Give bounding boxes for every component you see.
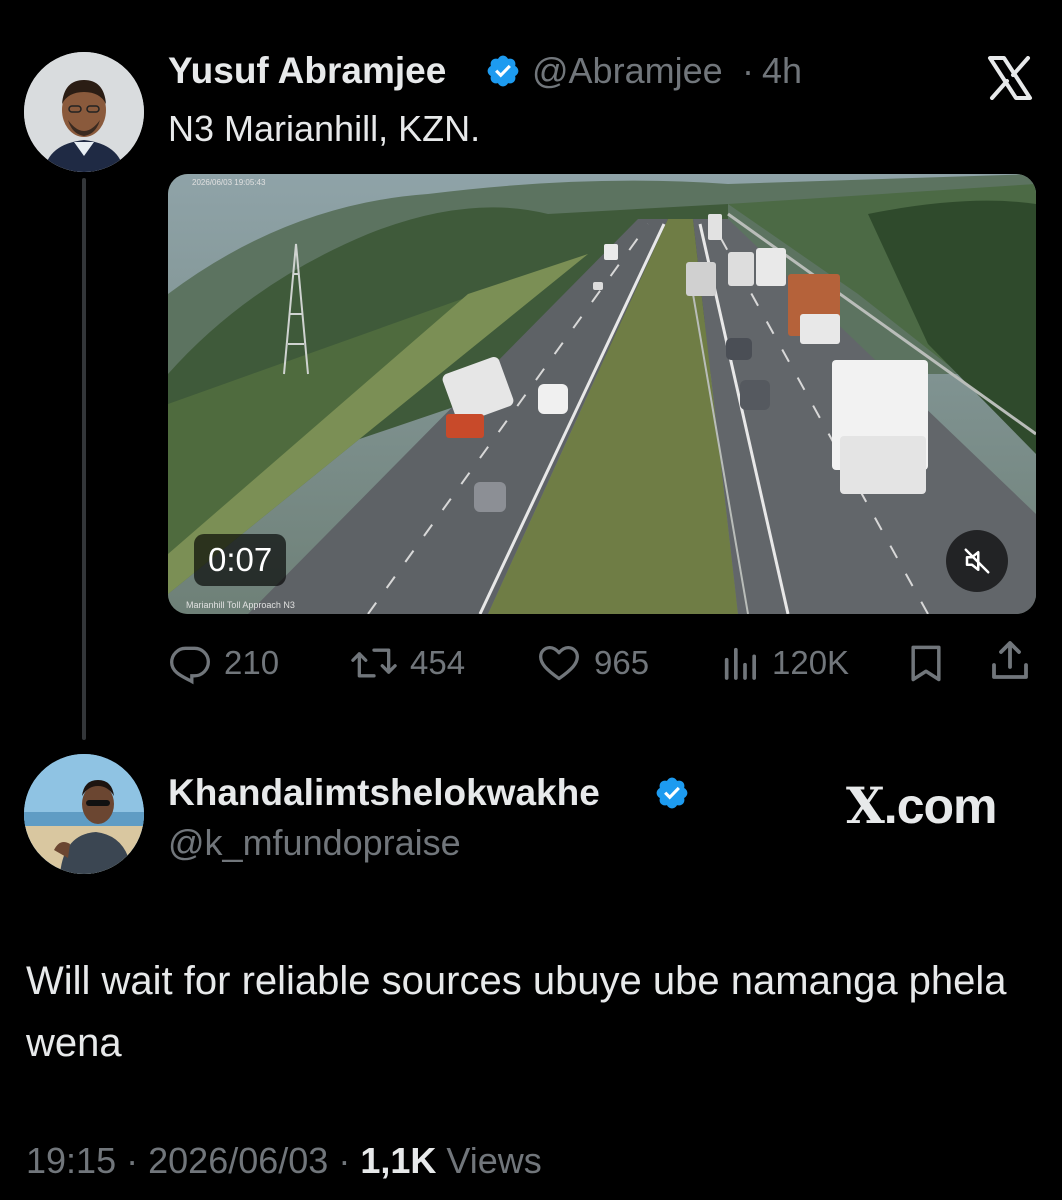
post-views-count: 1,1K xyxy=(360,1140,437,1181)
repost-button[interactable]: 454 xyxy=(350,640,465,686)
reply-author-handle[interactable]: @k_mfundopraise xyxy=(168,822,461,864)
like-count: 965 xyxy=(594,644,650,681)
reply-count: 210 xyxy=(224,644,280,681)
share-icon xyxy=(992,641,1028,679)
heart-icon xyxy=(539,645,579,681)
like-button[interactable]: 965 xyxy=(536,640,649,686)
watermark-domain: .com xyxy=(883,778,998,834)
video-player[interactable] xyxy=(168,174,1036,614)
separator-dot: · xyxy=(126,1140,139,1181)
bookmark-icon xyxy=(911,645,941,682)
post-meta: 19:15 · 2026/06/03 · 1,1K Views xyxy=(26,1140,542,1182)
author-handle[interactable]: @Abramjee xyxy=(532,50,723,92)
mute-toggle-button[interactable] xyxy=(946,530,1008,592)
views-icon xyxy=(724,647,756,680)
thread-line xyxy=(82,178,86,740)
views-count: 120K xyxy=(772,644,850,681)
separator-dot: · xyxy=(742,50,754,91)
repost-icon xyxy=(351,648,397,678)
reply-icon xyxy=(170,646,210,685)
video-duration: 0:07 xyxy=(194,534,287,586)
bookmark-button[interactable] xyxy=(904,640,948,686)
reply-text: Will wait for reliable sources ubuye ube… xyxy=(26,959,1007,1065)
camera-label: Marianhill Toll Approach N3 xyxy=(186,600,295,610)
views-button[interactable]: 120K xyxy=(720,640,849,686)
separator-dot: · xyxy=(338,1140,351,1181)
post-time[interactable]: 4h xyxy=(762,50,802,92)
post-date[interactable]: 2026/06/03 xyxy=(148,1140,328,1181)
repost-count: 454 xyxy=(410,644,466,681)
author-name[interactable]: Yusuf Abramjee xyxy=(168,50,446,92)
verified-badge-icon xyxy=(654,775,690,811)
reply-button[interactable]: 210 xyxy=(168,640,279,686)
x-logo-icon xyxy=(986,56,1034,100)
tweet-text: N3 Marianhill, KZN. xyxy=(168,108,481,149)
camera-timestamp: 2026/06/03 19:05:43 xyxy=(192,178,266,187)
share-button[interactable] xyxy=(986,636,1034,686)
author-avatar[interactable] xyxy=(24,52,144,172)
verified-badge-icon xyxy=(485,53,521,89)
post-time[interactable]: 19:15 xyxy=(26,1140,116,1181)
x-com-watermark: X.com xyxy=(846,776,997,835)
reply-author-avatar[interactable] xyxy=(24,754,144,874)
muted-speaker-icon xyxy=(964,548,990,574)
reply-author-name[interactable]: Khandalimtshelokwakhe xyxy=(168,772,600,814)
x-logo-icon: X xyxy=(846,776,885,835)
post-views-label: Views xyxy=(446,1140,542,1181)
